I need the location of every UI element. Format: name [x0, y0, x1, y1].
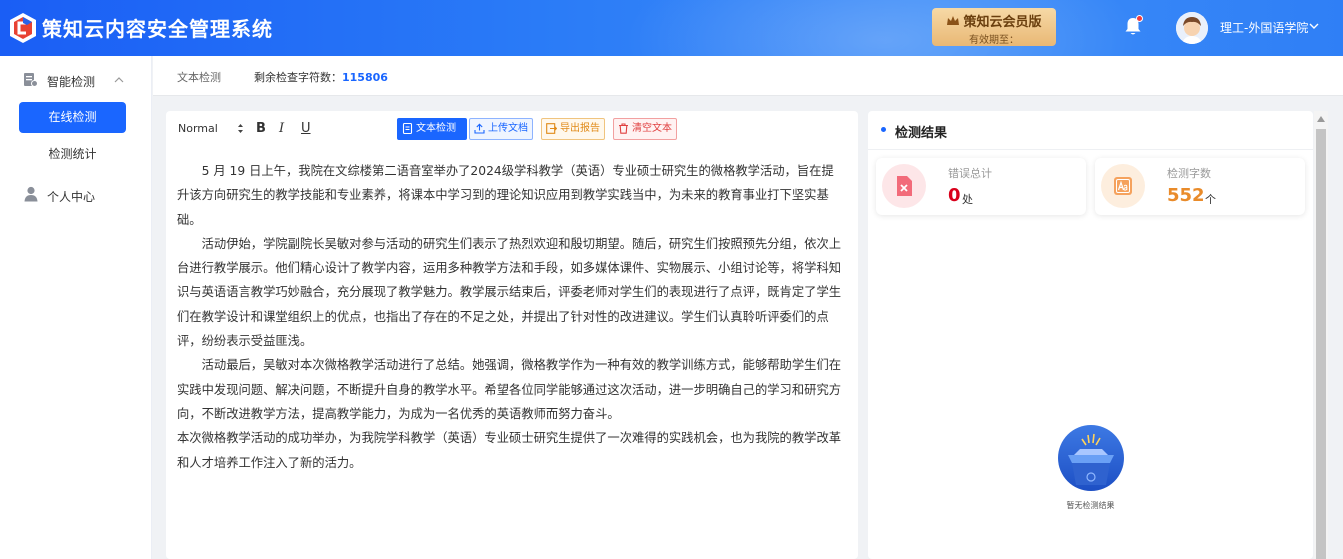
chevron-up-icon [114, 77, 124, 83]
sidebar-group-label: 智能检测 [47, 75, 96, 89]
vip-title-text: 策知云会员版 [963, 15, 1042, 30]
upload-label: 上传文档 [488, 123, 528, 134]
avatar-face-icon [1176, 12, 1208, 44]
sidebar-item-check-stats[interactable]: 检测统计 [19, 139, 126, 170]
paragraph: 5 月 19 日上午，我院在文综楼第二语音室举办了2024级学科教学（英语）专业… [177, 164, 834, 227]
paragraph: 活动伊始，学院副院长吴敏对参与活动的研究生们表示了热烈欢迎和殷切期望。随后，研究… [177, 236, 842, 349]
paragraph: 本次微格教学活动的成功举办，为我院学科教学（英语）专业硕士研究生提供了一次难得的… [177, 431, 842, 470]
scrollbar-thumb[interactable] [1316, 129, 1326, 559]
error-file-icon [897, 176, 912, 196]
scroll-up-arrow-icon[interactable] [1317, 116, 1325, 122]
italic-button[interactable]: I [279, 121, 284, 136]
notification-dot [1136, 15, 1143, 22]
result-header: 检测结果 [868, 111, 1313, 150]
sidebar: 智能检测 在线检测 检测统计 个人中心 [0, 56, 152, 559]
bold-button[interactable]: B [256, 121, 266, 136]
vip-title: 策知云会员版 [932, 11, 1056, 30]
empty-box-icon [1068, 433, 1114, 485]
vip-expiry: 有效期至： [969, 35, 1019, 46]
document-check-icon [24, 73, 38, 87]
avatar[interactable] [1176, 12, 1208, 44]
text-check-label: 文本检测 [416, 123, 456, 134]
sidebar-group-detection[interactable]: 智能检测 [0, 66, 152, 94]
error-total-unit: 处 [962, 193, 973, 206]
document-icon [402, 123, 413, 134]
export-icon [546, 123, 557, 134]
clear-text-button[interactable]: 清空文本 [613, 118, 677, 140]
format-select[interactable]: Normal [178, 122, 218, 135]
result-title: 检测结果 [895, 126, 948, 141]
remaining-value: 115806 [342, 71, 388, 84]
remaining-characters: 剩余检查字符数：115806 [254, 69, 388, 85]
clear-label: 清空文本 [632, 123, 672, 134]
empty-result-illustration [1058, 425, 1124, 491]
empty-result-text: 暂无检测结果 [1066, 501, 1115, 510]
editor-toolbar: Normal B I U 文本检测 上传文档 导出报告 清空文本 [166, 111, 858, 147]
document-content[interactable]: 5 月 19 日上午，我院在文综楼第二语音室举办了2024级学科教学（英语）专业… [177, 159, 845, 475]
error-total-label: 错误总计 [948, 167, 992, 180]
export-report-button[interactable]: 导出报告 [541, 118, 605, 140]
export-label: 导出报告 [560, 123, 600, 134]
app-title: 策知云内容安全管理系统 [42, 17, 273, 41]
title-dot [881, 127, 886, 132]
upload-icon [474, 123, 485, 134]
char-count-value: 552 [1167, 185, 1205, 206]
font-icon [1114, 177, 1132, 195]
underline-button[interactable]: U [301, 121, 311, 136]
error-icon-wrap [882, 164, 926, 208]
remaining-label: 剩余检查字符数： [254, 71, 342, 84]
char-count-card: 检测字数 552 个 [1095, 158, 1305, 215]
text-editor-panel: Normal B I U 文本检测 上传文档 导出报告 清空文本 5 月 19 … [166, 111, 858, 559]
trash-icon [619, 123, 628, 134]
sidebar-item-user-center[interactable]: 个人中心 [0, 182, 152, 208]
sidebar-item-online-check[interactable]: 在线检测 [19, 102, 126, 133]
sub-header: 文本检测 剩余检查字符数：115806 [153, 56, 1343, 96]
paragraph: 活动最后，吴敏对本次微格教学活动进行了总结。她强调，微格教学作为一种有效的教学训… [177, 358, 842, 421]
user-name[interactable]: 理工-外国语学院 [1220, 19, 1308, 36]
breadcrumb: 文本检测 [177, 71, 221, 84]
select-arrows-icon[interactable] [237, 123, 244, 134]
header-glow [623, 0, 1143, 56]
app-logo-icon [10, 13, 36, 43]
user-icon [24, 186, 38, 202]
char-count-unit: 个 [1205, 193, 1216, 206]
error-total-card: 错误总计 0 处 [876, 158, 1086, 215]
text-check-button[interactable]: 文本检测 [397, 118, 467, 140]
crown-icon [947, 16, 960, 25]
count-icon-wrap [1101, 164, 1145, 208]
chevron-down-icon[interactable] [1309, 21, 1319, 31]
char-count-label: 检测字数 [1167, 167, 1211, 180]
sidebar-user-label: 个人中心 [47, 190, 96, 204]
error-total-value: 0 [948, 185, 961, 206]
result-panel: 检测结果 错误总计 0 处 检测字数 552 个 暂无检测结果 [868, 111, 1313, 559]
top-header: 策知云内容安全管理系统 策知云会员版 有效期至： 理工-外国语学院 [0, 0, 1343, 56]
upload-document-button[interactable]: 上传文档 [469, 118, 533, 140]
vip-badge[interactable]: 策知云会员版 有效期至： [932, 8, 1056, 46]
